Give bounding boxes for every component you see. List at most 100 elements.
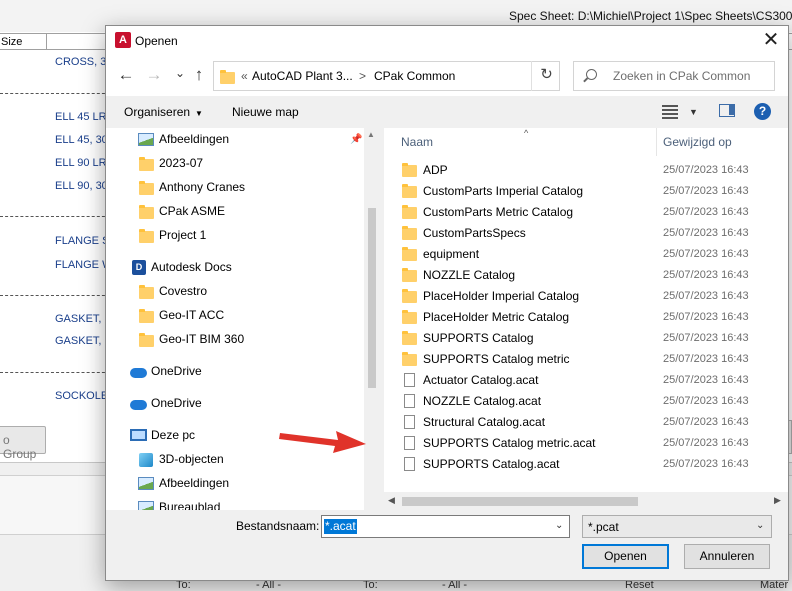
file-modified: 25/07/2023 16:43 [663, 395, 749, 407]
file-name: equipment [423, 247, 480, 261]
folder-icon [139, 333, 154, 347]
back-button[interactable]: ← [116, 65, 136, 87]
spec-row[interactable]: GASKET, S [55, 335, 112, 347]
folder-icon [402, 310, 417, 324]
chevron-down-icon: ▼ [195, 109, 203, 118]
recent-locations-button[interactable]: ⌄ [170, 63, 190, 85]
scroll-up-arrow-icon[interactable]: ▲ [367, 130, 375, 139]
nav-item-geo-it-bim-360[interactable]: Geo-IT BIM 360 [106, 328, 364, 350]
view-dropdown-button[interactable]: ▼ [689, 107, 698, 117]
file-row[interactable]: SUPPORTS Catalog metric 25/07/2023 16:43 [384, 349, 788, 370]
annotation-arrow-icon [279, 431, 366, 453]
file-row[interactable]: PlaceHolder Imperial Catalog 25/07/2023 1… [384, 286, 788, 307]
close-button[interactable]: ✕ [756, 29, 786, 53]
refresh-button[interactable]: ↻ [531, 61, 561, 91]
file-modified: 25/07/2023 16:43 [663, 458, 749, 470]
file-row[interactable]: equipment 25/07/2023 16:43 [384, 244, 788, 265]
pin-icon[interactable]: 📌 [350, 134, 362, 145]
file-row[interactable]: CustomParts Metric Catalog 25/07/2023 16:… [384, 202, 788, 223]
file-name: SUPPORTS Catalog metric.acat [423, 436, 596, 450]
spec-row[interactable]: FLANGE S [55, 235, 109, 247]
file-row[interactable]: Actuator Catalog.acat 25/07/2023 16:43 [384, 370, 788, 391]
file-name: PlaceHolder Imperial Catalog [423, 289, 580, 303]
file-modified: 25/07/2023 16:43 [663, 206, 749, 218]
file-modified: 25/07/2023 16:43 [663, 374, 749, 386]
modified-column-header[interactable]: Gewijzigd op [663, 135, 732, 149]
file-row[interactable]: NOZZLE Catalog.acat 25/07/2023 16:43 [384, 391, 788, 412]
filename-value[interactable]: *.acat [324, 519, 357, 534]
group-divider [0, 295, 110, 296]
file-list-pane[interactable]: ^ Naam Gewijzigd op ADP 25/07/2023 16:43 … [384, 128, 788, 510]
spec-row[interactable]: ELL 90 LR [55, 157, 107, 169]
cancel-button[interactable]: Annuleren [684, 544, 770, 569]
breadcrumb-separator[interactable]: > [359, 69, 366, 83]
size-column-header[interactable]: Size [0, 36, 22, 48]
file-row[interactable]: Structural Catalog.acat 25/07/2023 16:43 [384, 412, 788, 433]
folder-icon [402, 289, 417, 303]
file-type-select[interactable]: *.pcat ⌄ [582, 515, 772, 538]
nav-item-geo-it-acc[interactable]: Geo-IT ACC [106, 304, 364, 326]
background-window-title: Spec Sheet: D:\Michiel\Project 1\Spec Sh… [509, 9, 792, 23]
scroll-left-arrow-icon[interactable]: ◀ [388, 495, 395, 506]
spec-row[interactable]: FLANGE W [55, 259, 112, 271]
forward-button[interactable]: → [144, 65, 164, 87]
nav-item-cpak-asme[interactable]: CPak ASME [106, 200, 364, 222]
spec-row[interactable]: ELL 45 LR [55, 111, 107, 123]
help-icon[interactable]: ? [754, 103, 771, 120]
file-type-value: *.pcat [588, 520, 619, 534]
scrollbar-thumb[interactable] [402, 497, 638, 506]
nav-item-afbeeldingen[interactable]: Afbeeldingen 📌 [106, 128, 364, 150]
breadcrumb-autocad-plant[interactable]: AutoCAD Plant 3... [252, 69, 353, 83]
address-bar[interactable]: « AutoCAD Plant 3... > CPak Common ⌄ [213, 61, 614, 91]
up-folder-button[interactable]: ↑ [189, 65, 209, 87]
nav-item-afbeeldingen[interactable]: Afbeeldingen [106, 472, 364, 494]
folder-icon [139, 181, 154, 195]
file-row[interactable]: SUPPORTS Catalog 25/07/2023 16:43 [384, 328, 788, 349]
spec-row[interactable]: ELL 45, 30 [55, 134, 108, 146]
breadcrumb-cpak-common[interactable]: CPak Common [374, 69, 455, 83]
column-separator[interactable] [656, 128, 657, 156]
spec-row[interactable]: SOCKOLE [55, 390, 108, 402]
column-separator[interactable] [46, 34, 47, 50]
folder-icon [402, 331, 417, 345]
file-row[interactable]: NOZZLE Catalog 25/07/2023 16:43 [384, 265, 788, 286]
spec-row[interactable]: GASKET, 3 [55, 313, 111, 325]
file-row[interactable]: CustomParts Imperial Catalog 25/07/2023 1… [384, 181, 788, 202]
folder-icon [220, 70, 235, 84]
new-folder-button[interactable]: Nieuwe map [232, 105, 299, 119]
search-input[interactable]: Zoeken in CPak Common [613, 69, 750, 83]
nav-item-2023-07[interactable]: 2023-07 [106, 152, 364, 174]
filename-input[interactable]: *.acat ⌄ [321, 515, 570, 538]
dialog-titlebar: A Openen ✕ [106, 26, 788, 56]
preview-pane-icon[interactable] [719, 104, 735, 117]
group-button[interactable]: o Group [0, 426, 46, 461]
spec-row[interactable]: CROSS, 30 [55, 56, 112, 68]
nav-item-onedrive[interactable]: OneDrive [106, 360, 364, 382]
nav-item-onedrive[interactable]: OneDrive [106, 392, 364, 414]
this-pc-icon [130, 429, 147, 441]
nav-item-anthony-cranes[interactable]: Anthony Cranes [106, 176, 364, 198]
organize-button[interactable]: Organiseren ▼ [124, 105, 203, 119]
open-button[interactable]: Openen [582, 544, 669, 569]
file-row[interactable]: SUPPORTS Catalog.acat 25/07/2023 16:43 [384, 454, 788, 475]
breadcrumb-overflow[interactable]: « [241, 69, 248, 83]
nav-item-bureaublad[interactable]: Bureaublad [106, 496, 364, 510]
autodesk-docs-icon: D [132, 260, 146, 275]
nav-item-autodesk-docs[interactable]: D Autodesk Docs [106, 256, 364, 278]
search-box[interactable]: Zoeken in CPak Common [573, 61, 775, 91]
name-column-header[interactable]: Naam [401, 135, 433, 149]
chevron-down-icon[interactable]: ⌄ [555, 520, 563, 531]
file-row[interactable]: CustomPartsSpecs 25/07/2023 16:43 [384, 223, 788, 244]
spec-row[interactable]: ELL 90, 30 [55, 180, 108, 192]
file-row[interactable]: PlaceHolder Metric Catalog 25/07/2023 16:… [384, 307, 788, 328]
file-row[interactable]: SUPPORTS Catalog metric.acat 25/07/2023 1… [384, 433, 788, 454]
file-row[interactable]: ADP 25/07/2023 16:43 [384, 160, 788, 181]
file-modified: 25/07/2023 16:43 [663, 416, 749, 428]
file-list-scrollbar[interactable]: ◀ ▶ [384, 492, 788, 510]
nav-item-covestro[interactable]: Covestro [106, 280, 364, 302]
nav-item-label: Project 1 [159, 228, 207, 242]
scrollbar-thumb[interactable] [368, 208, 376, 388]
nav-item-project-1[interactable]: Project 1 [106, 224, 364, 246]
scroll-right-arrow-icon[interactable]: ▶ [774, 495, 781, 506]
view-options-icon[interactable] [662, 105, 678, 119]
